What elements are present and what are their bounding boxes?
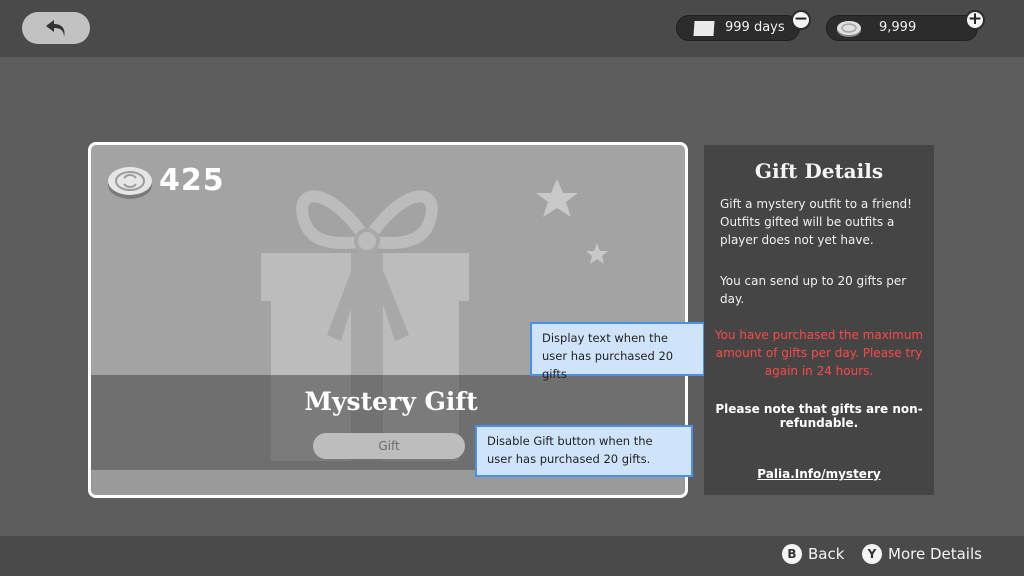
back-arrow-icon xyxy=(46,20,65,37)
top-bar: 999 days − 9,999 + xyxy=(0,0,1024,57)
max-gifts-warning: You have purchased the maximum amount of… xyxy=(714,328,924,378)
details-description: Gift a mystery outfit to a friend! Outfi… xyxy=(720,197,912,247)
coins-counter: 9,999 + xyxy=(826,10,985,41)
coins-value: 9,999 xyxy=(879,20,917,35)
gift-button[interactable]: Gift xyxy=(313,433,465,459)
details-title: Gift Details xyxy=(754,159,884,183)
annotation-display-text: Display text when the user has purchased… xyxy=(530,322,705,381)
details-limit-text: You can send up to 20 gifts per day. xyxy=(720,274,907,306)
y-button-icon: Y xyxy=(862,544,882,564)
refund-note: Please note that gifts are non-refundabl… xyxy=(715,402,923,430)
days-value: 999 days xyxy=(725,20,785,35)
info-link[interactable]: Palia.Info/mystery xyxy=(704,467,934,481)
bottom-bar: B Back Y More Details xyxy=(0,536,1024,576)
ticket-icon xyxy=(693,21,715,36)
star-icon xyxy=(586,243,608,264)
more-details-label: More Details xyxy=(888,545,982,563)
coins-plus-button[interactable]: + xyxy=(965,10,985,30)
price-value: 425 xyxy=(159,163,225,198)
star-icon xyxy=(536,179,578,217)
item-title: Mystery Gift xyxy=(304,387,478,416)
back-hint-label: Back xyxy=(808,545,845,563)
back-button[interactable] xyxy=(22,12,90,44)
days-minus-button[interactable]: − xyxy=(791,10,811,30)
annotation-disable-button: Disable Gift button when the user has pu… xyxy=(475,425,693,477)
b-button-icon: B xyxy=(782,544,802,564)
days-counter: 999 days − xyxy=(676,10,811,41)
gift-details-panel: Gift Details Gift a mystery outfit to a … xyxy=(704,145,934,495)
coin-icon xyxy=(837,21,861,37)
coin-icon xyxy=(108,167,152,199)
